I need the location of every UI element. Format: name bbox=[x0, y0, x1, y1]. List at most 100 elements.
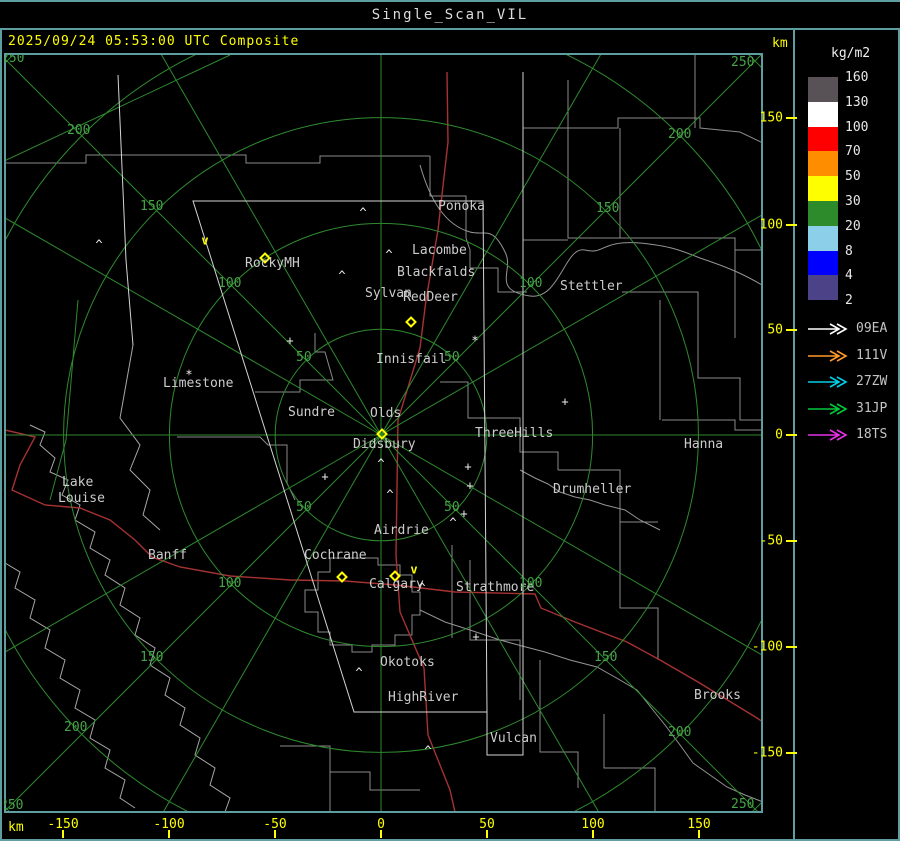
city-label-okotoks: Okotoks bbox=[380, 655, 435, 670]
right-axis-label: -100 bbox=[751, 639, 783, 655]
scale-swatch-130 bbox=[808, 101, 838, 127]
storm-vector-marker: v bbox=[201, 233, 209, 248]
range-ring-label: 200 bbox=[64, 720, 88, 735]
scale-value-160: 160 bbox=[845, 70, 869, 85]
scale-value-130: 130 bbox=[845, 94, 869, 110]
bottom-axis-tick bbox=[168, 830, 170, 838]
right-axis-tick bbox=[786, 329, 797, 331]
scale-value-50: 50 bbox=[845, 169, 861, 185]
range-ring-label: 50 bbox=[296, 350, 312, 365]
radar-id-111V: 111V bbox=[856, 347, 888, 363]
scale-unit-label: kg/m2 bbox=[831, 46, 871, 61]
scale-swatch-160 bbox=[808, 77, 838, 102]
city-label-stettler: Stettler bbox=[560, 279, 623, 294]
right-axis-tick bbox=[786, 117, 797, 119]
bottom-axis-tick bbox=[698, 830, 700, 838]
radar-arrow-icon bbox=[808, 349, 848, 362]
radar-legend-row bbox=[806, 348, 852, 362]
radar-arrow-icon bbox=[808, 429, 848, 441]
obs-marker: + bbox=[321, 469, 329, 484]
obs-marker: * bbox=[471, 333, 479, 348]
radar-app-window: Single_Scan_VIL 2025/09/24 05:53:00 UTC … bbox=[0, 0, 900, 841]
radar-legend-row bbox=[806, 427, 852, 441]
scale-value-30: 30 bbox=[845, 194, 861, 209]
scale-swatch-20 bbox=[808, 225, 838, 251]
city-label-banff: Banff bbox=[148, 548, 188, 563]
range-ring-label: 100 bbox=[519, 576, 543, 591]
obs-marker: + bbox=[561, 394, 569, 409]
range-ring-label: 150 bbox=[596, 201, 620, 216]
city-label-louise: Louise bbox=[58, 491, 105, 506]
scale-value-20: 20 bbox=[845, 218, 861, 234]
city-label-blackfalds: Blackfalds bbox=[397, 265, 476, 280]
scale-swatch-70 bbox=[808, 151, 838, 177]
city-label-reddeer: RedDeer bbox=[403, 290, 458, 305]
right-axis-tick bbox=[786, 434, 797, 436]
bottom-axis-tick bbox=[486, 830, 488, 838]
radar-id-27ZW: 27ZW bbox=[856, 374, 888, 389]
right-axis-label: 50 bbox=[767, 322, 783, 338]
range-ring-label: 150 bbox=[140, 650, 164, 665]
obs-marker: ^ bbox=[355, 665, 363, 680]
bottom-axis-tick bbox=[380, 830, 382, 838]
scale-value-4: 4 bbox=[845, 268, 853, 284]
scale-swatch-4 bbox=[808, 275, 838, 301]
radar-legend-row bbox=[806, 374, 852, 388]
right-axis-tick bbox=[786, 224, 797, 226]
right-axis-label: -150 bbox=[751, 745, 783, 761]
obs-marker: ^ bbox=[338, 268, 346, 283]
obs-marker: * bbox=[185, 367, 193, 382]
right-axis-label: 100 bbox=[759, 217, 783, 233]
city-label-threehills: ThreeHills bbox=[475, 426, 554, 441]
right-axis-tick bbox=[786, 752, 797, 754]
city-label-airdrie: Airdrie bbox=[374, 523, 429, 538]
obs-marker: ^ bbox=[359, 205, 367, 220]
range-ring-label: 250 bbox=[731, 797, 755, 812]
scale-swatch-100 bbox=[808, 126, 838, 152]
radar-arrow-icon bbox=[808, 402, 848, 415]
storm-vector-marker: v bbox=[410, 562, 418, 577]
range-ring-label: 50 bbox=[444, 350, 460, 365]
range-ring-label: 50 bbox=[444, 500, 460, 515]
radar-legend-row bbox=[806, 401, 852, 415]
city-label-sundre: Sundre bbox=[288, 405, 335, 420]
bottom-axis-tick bbox=[274, 830, 276, 838]
city-label-cochrane: Cochrane bbox=[304, 548, 367, 563]
scale-value-70: 70 bbox=[845, 144, 861, 160]
obs-marker: ^ bbox=[424, 743, 432, 758]
city-label-innisfail: Innisfail bbox=[376, 352, 447, 367]
obs-marker: ^ bbox=[377, 456, 385, 471]
bottom-axis-tick bbox=[592, 830, 594, 838]
right-axis-label: 0 bbox=[775, 427, 783, 443]
range-ring-label: 250 bbox=[731, 55, 755, 70]
right-axis-tick bbox=[786, 540, 797, 542]
radar-id-31JP: 31JP bbox=[856, 400, 888, 416]
obs-marker: ^ bbox=[418, 580, 426, 595]
city-label-hanna: Hanna bbox=[684, 437, 724, 452]
right-axis-label: -50 bbox=[759, 533, 783, 549]
city-label-lacombe: Lacombe bbox=[412, 243, 467, 258]
range-ring-label: 100 bbox=[218, 276, 242, 291]
obs-marker: + bbox=[472, 629, 480, 644]
right-axis-tick bbox=[786, 646, 797, 648]
city-label-rockymh: RockyMH bbox=[245, 256, 300, 271]
obs-marker: + bbox=[460, 506, 468, 521]
map-label-layer: Ponoka Lacombe Blackfalds Sylvan RedDeer Rock… bbox=[4, 54, 763, 813]
scale-value-100: 100 bbox=[845, 119, 869, 135]
scale-value-min: 2 bbox=[845, 293, 853, 309]
radar-arrow-icon bbox=[808, 376, 848, 388]
city-label-highriver: HighRiver bbox=[388, 690, 459, 705]
city-label-vulcan: Vulcan bbox=[490, 731, 537, 746]
city-label-brooks: Brooks bbox=[694, 688, 741, 703]
radar-legend-row bbox=[806, 321, 852, 335]
scale-value-8: 8 bbox=[845, 243, 853, 259]
range-ring-label: 100 bbox=[218, 576, 242, 591]
city-label-drumheller: Drumheller bbox=[553, 482, 632, 497]
range-ring-label: 150 bbox=[140, 199, 164, 214]
obs-marker: + bbox=[466, 478, 474, 493]
obs-marker: ^ bbox=[449, 515, 457, 530]
obs-marker: ^ bbox=[95, 237, 103, 252]
range-ring-label: 250 bbox=[4, 798, 24, 813]
range-ring-label: 250 bbox=[4, 54, 25, 66]
city-label-olds: Olds bbox=[370, 406, 402, 421]
